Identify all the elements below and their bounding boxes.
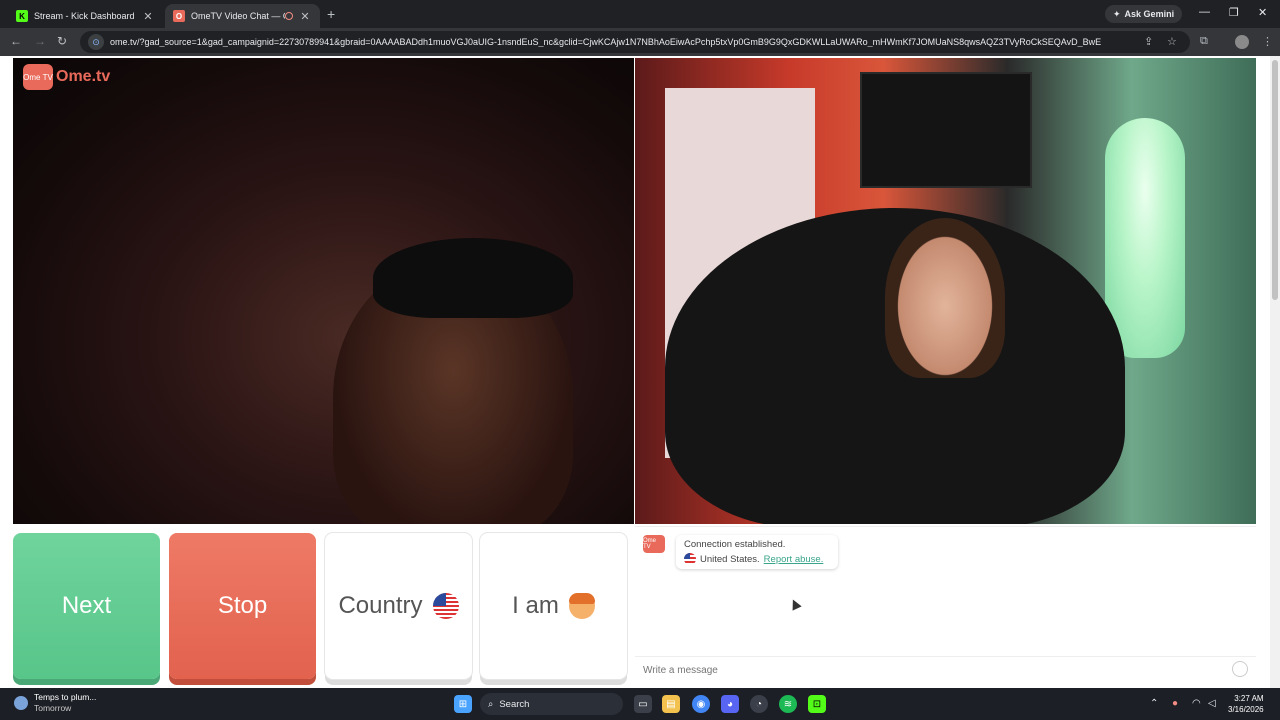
- back-icon[interactable]: ←: [10, 34, 22, 48]
- task-view-icon[interactable]: ▭: [634, 695, 652, 713]
- country-label: Country: [338, 592, 423, 619]
- forward-icon[interactable]: →: [34, 34, 46, 48]
- weather-icon: [14, 696, 28, 710]
- chat-panel: Ome TV Connection established. United St…: [635, 526, 1256, 683]
- tab-title: OmeTV Video Chat — Ome: [191, 11, 285, 21]
- us-flag-icon: [432, 593, 459, 619]
- menu-kebab-icon[interactable]: ⋮: [1262, 35, 1273, 48]
- extensions-icon[interactable]: ⧉: [1200, 35, 1208, 48]
- system-message: Connection established. United States. R…: [676, 535, 838, 569]
- emoji-picker-icon[interactable]: [1232, 661, 1248, 677]
- wall-tv: [860, 72, 1032, 188]
- file-explorer-icon[interactable]: ▤: [662, 695, 680, 713]
- kick-favicon-icon: K: [16, 10, 28, 22]
- microphone-icon[interactable]: ●: [1172, 698, 1178, 709]
- ask-gemini-button[interactable]: ✦ Ask Gemini: [1105, 5, 1183, 23]
- ometv-logo-icon: Ome TV: [23, 64, 53, 90]
- kick-app-icon[interactable]: ⊡: [808, 695, 826, 713]
- search-icon: ⌕: [488, 698, 494, 710]
- self-face: [885, 218, 1005, 378]
- iam-label: I am: [512, 592, 559, 619]
- weather-widget[interactable]: Temps to plum... Tomorrow: [14, 692, 96, 714]
- boy-emoji-icon: [568, 593, 595, 619]
- ometv-avatar-icon: Ome TV: [643, 535, 665, 553]
- mouse-cursor-icon: [788, 597, 802, 611]
- url-text[interactable]: ome.tv/?gad_source=1&gad_campaignid=2273…: [110, 37, 1110, 47]
- stop-label: Stop: [217, 592, 268, 619]
- browser-tab-strip: K Stream - Kick Dashboard ✕ O OmeTV Vide…: [0, 0, 1280, 28]
- site-info-icon[interactable]: ⊙: [88, 34, 104, 50]
- page-scrollbar[interactable]: [1270, 56, 1280, 688]
- clock-time: 3:27 AM: [1234, 694, 1264, 703]
- tab-kick-dashboard[interactable]: K Stream - Kick Dashboard ✕: [8, 4, 163, 28]
- ometv-brand-text: Ome.tv: [56, 68, 111, 85]
- next-label: Next: [61, 592, 112, 619]
- spotify-icon[interactable]: ≋: [779, 695, 797, 713]
- country-button[interactable]: Country: [325, 533, 472, 679]
- stop-button[interactable]: Stop: [169, 533, 316, 679]
- address-bar[interactable]: ⊙ ome.tv/?gad_source=1&gad_campaignid=22…: [80, 31, 1190, 53]
- close-tab-icon[interactable]: ✕: [298, 10, 312, 23]
- ometv-favicon-icon: O: [173, 10, 185, 22]
- scrollbar-thumb[interactable]: [1272, 60, 1278, 300]
- recording-icon: [285, 12, 293, 20]
- clock-date: 3/16/2026: [1228, 705, 1264, 714]
- chrome-icon[interactable]: ◉: [692, 695, 710, 713]
- us-flag-icon: [684, 553, 696, 565]
- stranger-cap: [373, 238, 573, 318]
- weather-subtitle: Tomorrow: [34, 703, 72, 713]
- reload-icon[interactable]: ↻: [57, 34, 67, 48]
- bookmark-star-icon[interactable]: ☆: [1167, 35, 1177, 48]
- restore-icon[interactable]: ❐: [1229, 6, 1239, 19]
- ometv-page: Ome TV Ome.tv Next Stop Country I am Ome…: [0, 56, 1280, 688]
- gender-button[interactable]: I am: [480, 533, 627, 679]
- close-tab-icon[interactable]: ✕: [141, 10, 155, 23]
- close-window-icon[interactable]: ✕: [1258, 6, 1267, 19]
- volume-icon[interactable]: ◁: [1208, 698, 1216, 709]
- install-app-icon[interactable]: ⇪: [1144, 35, 1153, 48]
- system-clock[interactable]: 3:27 AM 3/16/2026: [1228, 693, 1264, 715]
- report-abuse-link[interactable]: Report abuse.: [764, 554, 824, 565]
- obs-icon[interactable]: ◔: [750, 695, 768, 713]
- gemini-icon: ✦: [1113, 8, 1121, 19]
- self-video: [635, 58, 1256, 524]
- ask-gemini-label: Ask Gemini: [1124, 9, 1175, 19]
- stranger-country: United States.: [700, 553, 760, 565]
- next-button[interactable]: Next: [13, 533, 160, 679]
- weather-title: Temps to plum...: [34, 692, 97, 702]
- wifi-icon[interactable]: ◠: [1192, 698, 1201, 709]
- new-tab-icon[interactable]: +: [327, 6, 335, 22]
- discord-icon[interactable]: ◕: [721, 695, 739, 713]
- search-label: Search: [499, 698, 530, 710]
- windows-taskbar: Temps to plum... Tomorrow ⊞ ⌕ Search ▭ ▤…: [0, 688, 1280, 720]
- tray-overflow-icon[interactable]: ⌃: [1150, 698, 1158, 709]
- stranger-video: Ome TV Ome.tv: [13, 58, 634, 524]
- message-input[interactable]: [635, 656, 1256, 683]
- connection-status: Connection established.: [684, 539, 786, 550]
- tab-ometv[interactable]: O OmeTV Video Chat — Ome ✕: [165, 4, 320, 28]
- taskbar-search[interactable]: ⌕ Search: [480, 693, 623, 715]
- tab-title: Stream - Kick Dashboard: [34, 11, 135, 21]
- ometv-logo: Ome TV Ome.tv: [23, 64, 110, 90]
- profile-avatar-icon[interactable]: [1235, 35, 1249, 49]
- minimize-icon[interactable]: —: [1199, 6, 1210, 18]
- browser-toolbar: ← → ↻ ⊙ ome.tv/?gad_source=1&gad_campaig…: [0, 28, 1280, 56]
- windows-start-icon[interactable]: ⊞: [454, 695, 472, 713]
- alien-inflatable: [1105, 118, 1185, 358]
